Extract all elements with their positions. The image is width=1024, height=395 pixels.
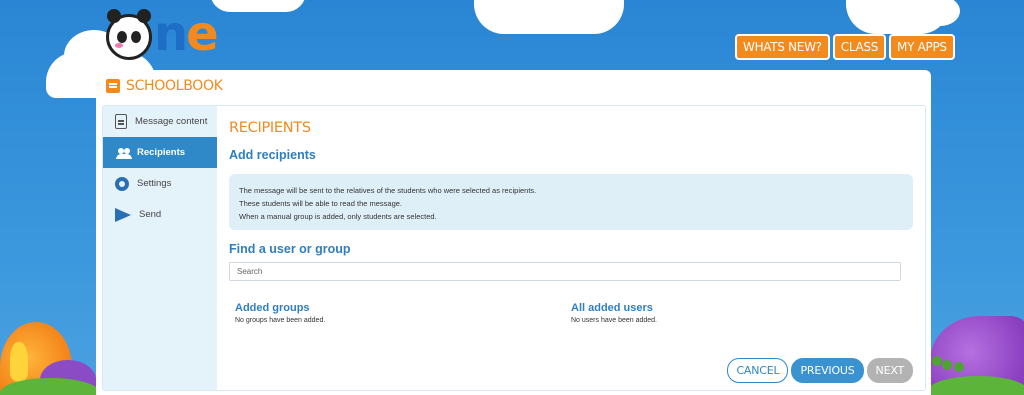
tree-decoration <box>932 356 942 366</box>
info-line: The message will be sent to the relative… <box>239 186 537 195</box>
schoolbook-panel: SCHOOLBOOK Message content Recipients Se… <box>96 70 931 395</box>
added-section: Added groups No groups have been added. … <box>229 292 913 348</box>
cloud-decoration <box>846 0 960 34</box>
find-user-title: Find a user or group <box>229 242 351 256</box>
wizard-sidebar: Message content Recipients Settings Send <box>103 106 217 390</box>
sidebar-item-recipients[interactable]: Recipients <box>103 137 217 168</box>
add-users-icon <box>115 146 132 160</box>
gear-icon <box>115 176 129 191</box>
next-button[interactable]: NEXT <box>866 358 913 383</box>
added-users-title: All added users <box>571 302 653 314</box>
one-logo[interactable]: ne <box>106 6 230 62</box>
document-icon <box>115 114 127 129</box>
sidebar-item-settings[interactable]: Settings <box>103 168 217 199</box>
cancel-button[interactable]: CANCEL <box>727 358 789 383</box>
info-line: When a manual group is added, only stude… <box>239 212 437 221</box>
my-apps-button[interactable]: MY APPS <box>889 34 955 60</box>
tree-decoration <box>954 362 964 372</box>
wizard-actions: CANCEL PREVIOUS NEXT <box>727 358 913 383</box>
info-line: These students will be able to read the … <box>239 199 403 208</box>
sidebar-item-label: Settings <box>137 178 172 189</box>
sidebar-item-send[interactable]: Send <box>103 199 217 230</box>
wizard-container: Message content Recipients Settings Send… <box>102 105 926 391</box>
app-header: SCHOOLBOOK <box>106 78 223 94</box>
panda-logo-icon <box>106 9 152 60</box>
whats-new-button[interactable]: WHATS NEW? <box>735 34 830 60</box>
add-recipients-title: Add recipients <box>229 148 316 162</box>
sidebar-item-message-content[interactable]: Message content <box>103 106 217 137</box>
added-users-empty: No users have been added. <box>571 317 658 324</box>
top-navigation: WHATS NEW? CLASS MY APPS <box>735 34 955 60</box>
sidebar-item-label: Message content <box>135 116 208 127</box>
tree-decoration <box>942 360 952 370</box>
logo-wordmark: ne <box>154 6 219 62</box>
app-title: SCHOOLBOOK <box>126 78 223 94</box>
previous-button[interactable]: PREVIOUS <box>791 358 864 383</box>
added-users: All added users No users have been added… <box>571 302 907 348</box>
added-groups-title: Added groups <box>235 302 310 314</box>
recipients-step: RECIPIENTS Add recipients The message wi… <box>217 106 925 390</box>
class-button[interactable]: CLASS <box>832 34 887 60</box>
added-groups-empty: No groups have been added. <box>235 317 326 324</box>
info-box: The message will be sent to the relative… <box>229 174 913 230</box>
added-groups: Added groups No groups have been added. <box>235 302 571 348</box>
send-icon <box>115 207 131 222</box>
cloud-decoration <box>474 0 624 34</box>
hill-decoration <box>10 342 28 382</box>
sidebar-item-label: Recipients <box>137 147 186 158</box>
page-title: RECIPIENTS <box>229 120 311 136</box>
sidebar-item-label: Send <box>139 209 162 220</box>
search-input[interactable] <box>229 262 901 281</box>
schoolbook-icon <box>106 79 120 93</box>
